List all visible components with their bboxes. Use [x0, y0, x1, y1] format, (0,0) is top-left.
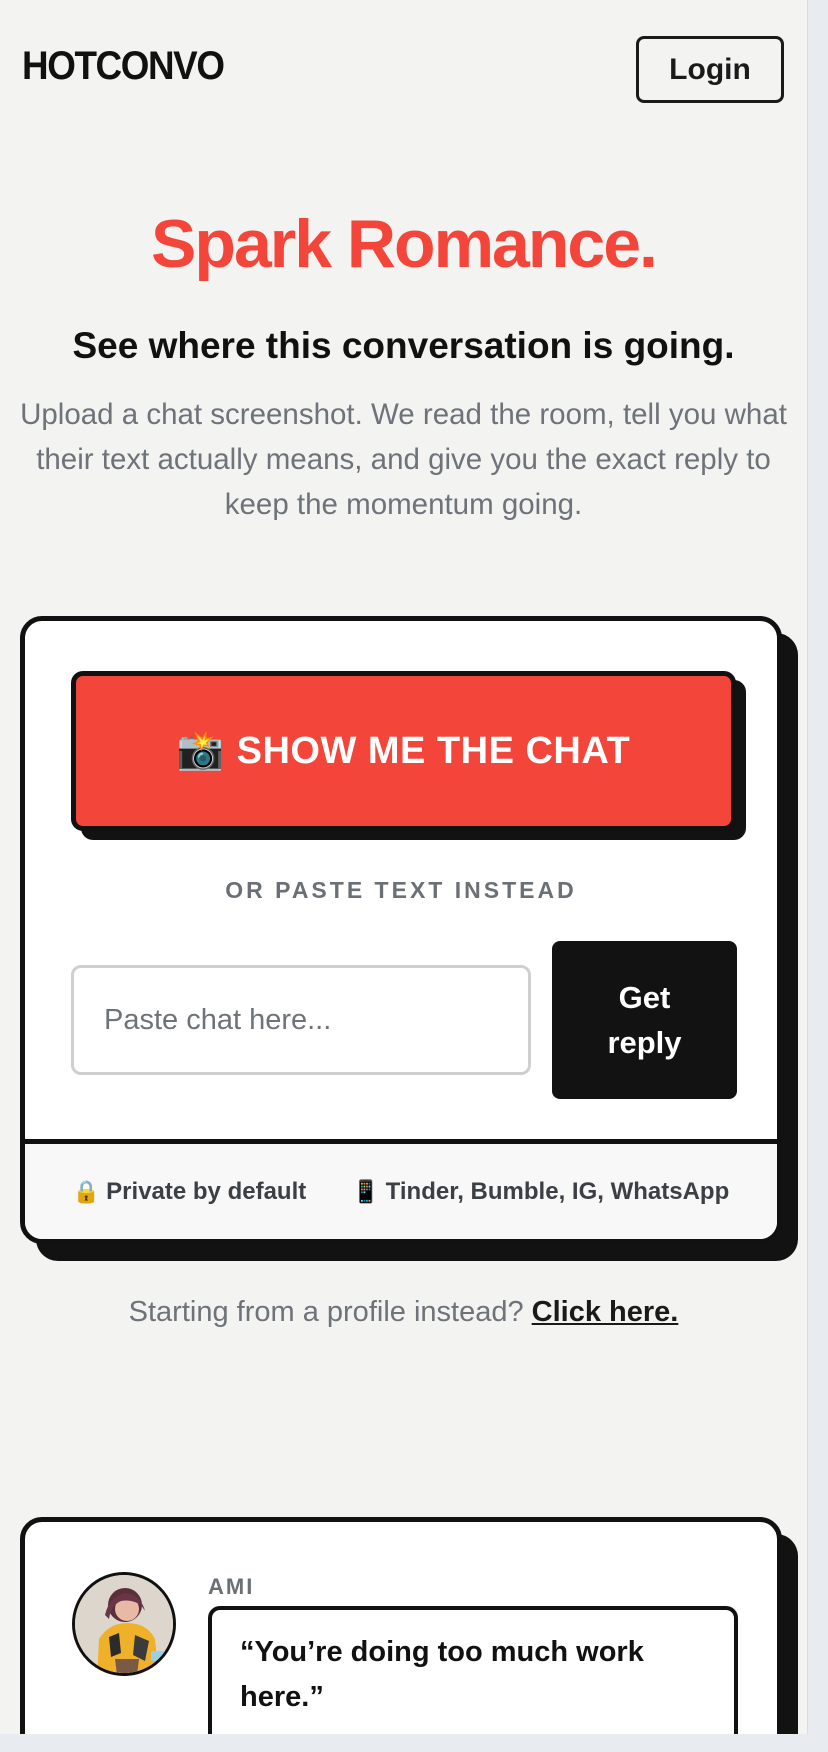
page: HOTCONVO Login Spark Romance. See where … [0, 0, 807, 1734]
phone-icon: 📱 [352, 1178, 380, 1204]
upload-button-label: SHOW ME THE CHAT [236, 729, 631, 772]
logo[interactable]: HOTCONVO [22, 44, 225, 89]
testimonial-card: AMI “You’re doing too much work here.” [20, 1517, 782, 1734]
bottom-edge [0, 1734, 828, 1752]
profile-prompt-text: Starting from a profile instead? [128, 1296, 524, 1328]
hero-subtitle: See where this conversation is going. [72, 325, 735, 366]
upload-card: 📸 SHOW ME THE CHAT OR PASTE TEXT INSTEAD… [20, 616, 782, 1244]
avatar-illustration [75, 1575, 173, 1673]
paste-chat-input[interactable] [71, 965, 531, 1075]
hero-description: Upload a chat screenshot. We read the ro… [20, 398, 787, 521]
scrollbar-track[interactable] [807, 0, 828, 1752]
hero-title: Spark Romance. [151, 206, 658, 282]
show-chat-upload-button[interactable]: 📸 SHOW ME THE CHAT [71, 671, 736, 831]
login-button[interactable]: Login [636, 36, 784, 103]
testimonial-name: AMI [208, 1574, 255, 1599]
profile-prompt: Starting from a profile instead? Click h… [0, 1296, 807, 1329]
card-footer: 🔒 Private by default 📱 Tinder, Bumble, I… [25, 1139, 777, 1239]
camera-flash-icon: 📸 [176, 730, 225, 772]
feature-label: Private by default [106, 1177, 307, 1205]
lock-icon: 🔒 [72, 1178, 101, 1204]
avatar [72, 1572, 176, 1676]
testimonial-quote: “You’re doing too much work here.” [208, 1606, 738, 1734]
feature-platforms: 📱 Tinder, Bumble, IG, WhatsApp [352, 1178, 729, 1206]
get-reply-button[interactable]: Get reply [552, 941, 737, 1099]
paste-divider-text: OR PASTE TEXT INSTEAD [225, 877, 577, 903]
feature-private: 🔒 Private by default [73, 1178, 306, 1206]
profile-click-here-link[interactable]: Click here. [532, 1296, 679, 1328]
feature-label: Tinder, Bumble, IG, WhatsApp [385, 1177, 730, 1205]
